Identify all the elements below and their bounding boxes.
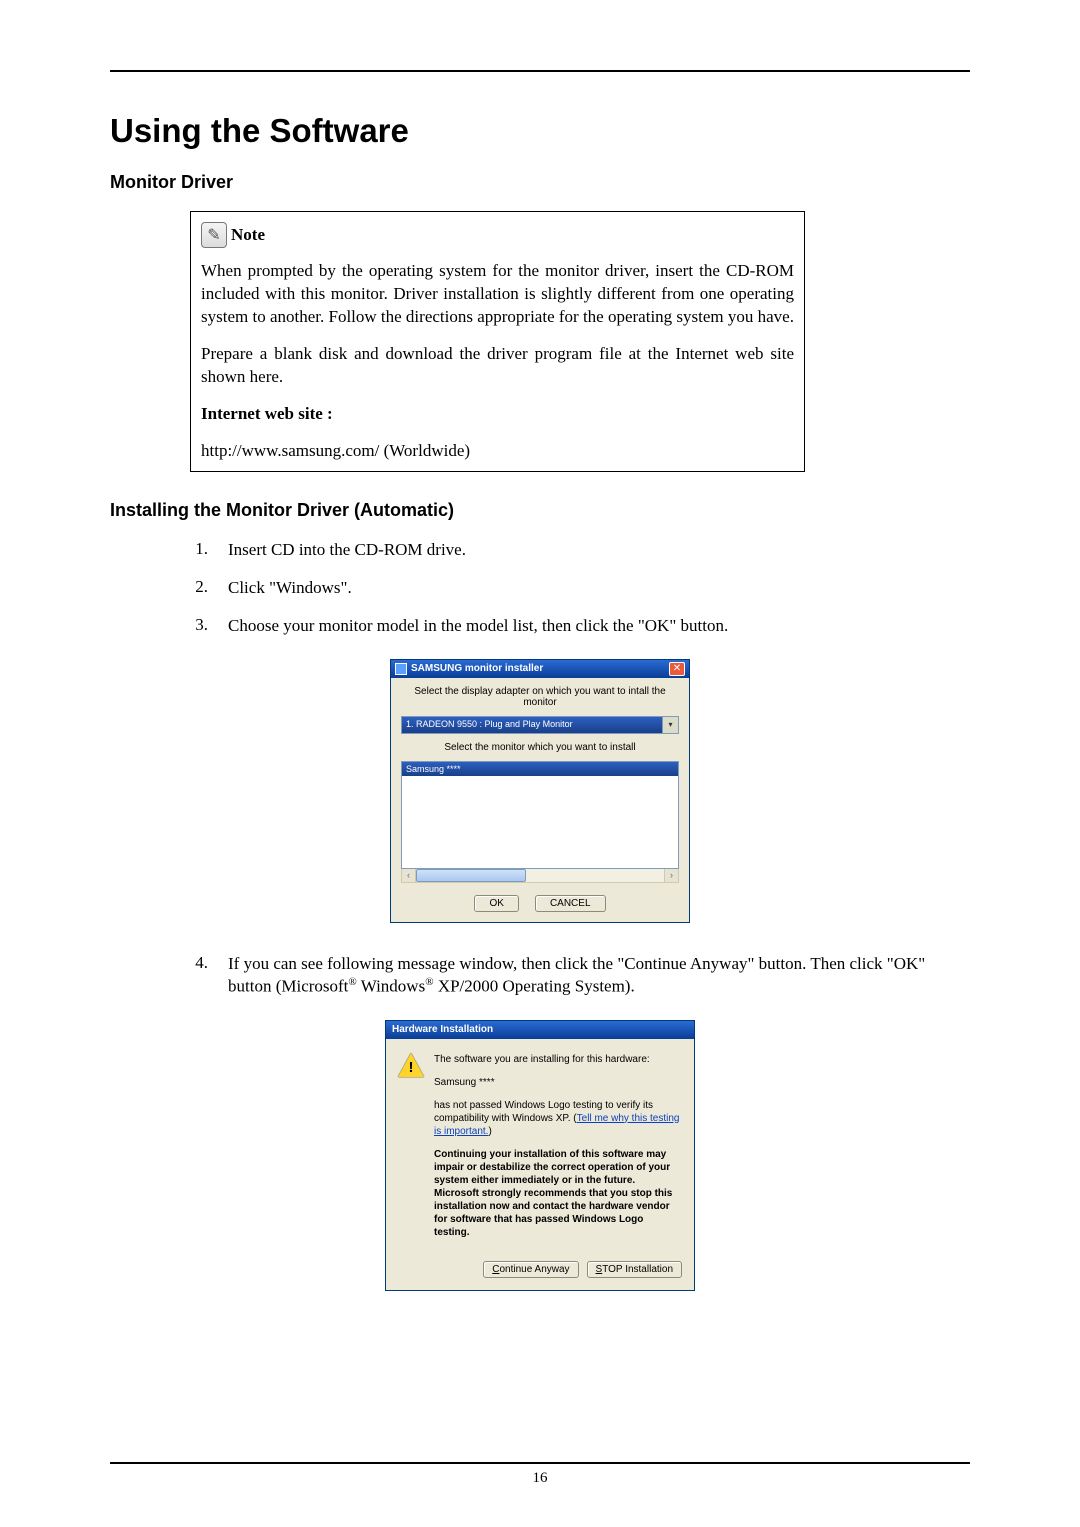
note-paragraph-1: When prompted by the operating system fo… — [201, 260, 794, 329]
steps-list-cont: 4. If you can see following message wind… — [190, 953, 970, 998]
step-number: 3. — [190, 615, 208, 637]
list-item: 2. Click "Windows". — [190, 577, 970, 599]
page-number: 16 — [110, 1470, 970, 1487]
warning-icon: ! — [398, 1053, 424, 1079]
step-number: 2. — [190, 577, 208, 599]
hw-text-logo: has not passed Windows Logo testing to v… — [434, 1099, 680, 1138]
internet-website-label: Internet web site : — [201, 404, 333, 423]
continue-anyway-button[interactable]: Continue Anyway — [483, 1261, 578, 1278]
hw-text-device: Samsung **** — [434, 1076, 680, 1089]
cancel-button[interactable]: CANCEL — [535, 895, 606, 912]
note-label: Note — [231, 225, 265, 245]
section-monitor-driver: Monitor Driver — [110, 172, 970, 193]
note-box: ✎ Note When prompted by the operating sy… — [190, 211, 805, 472]
dialog-titlebar: SAMSUNG monitor installer ✕ — [391, 660, 689, 678]
scroll-thumb[interactable] — [416, 869, 526, 882]
horizontal-scrollbar[interactable]: ‹ › — [401, 869, 679, 883]
dialog-titlebar: Hardware Installation — [386, 1021, 694, 1039]
internet-website-url: http://www.samsung.com/ (Worldwide) — [201, 440, 794, 463]
note-icon: ✎ — [201, 222, 227, 248]
step-text: If you can see following message window,… — [228, 953, 970, 998]
close-icon[interactable]: ✕ — [669, 662, 685, 676]
ok-button[interactable]: OK — [474, 895, 518, 912]
registered-mark: ® — [425, 976, 433, 988]
step-text: Insert CD into the CD-ROM drive. — [228, 539, 970, 561]
scroll-right-icon[interactable]: › — [664, 869, 678, 882]
step-text: Click "Windows". — [228, 577, 970, 599]
chevron-down-icon[interactable]: ▾ — [662, 717, 678, 733]
hardware-installation-dialog: Hardware Installation ! The software you… — [385, 1020, 695, 1291]
hw-text-1: The software you are installing for this… — [434, 1053, 680, 1066]
scroll-left-icon[interactable]: ‹ — [402, 869, 416, 882]
monitor-listbox[interactable]: Samsung **** — [401, 761, 679, 869]
step-number: 1. — [190, 539, 208, 561]
page-footer: 16 — [110, 1462, 970, 1487]
list-item-selected[interactable]: Samsung **** — [402, 762, 678, 776]
list-item: 3. Choose your monitor model in the mode… — [190, 615, 970, 637]
footer-rule — [110, 1462, 970, 1464]
step-number: 4. — [190, 953, 208, 998]
list-item: 1. Insert CD into the CD-ROM drive. — [190, 539, 970, 561]
note-paragraph-2: Prepare a blank disk and download the dr… — [201, 343, 794, 389]
app-icon — [395, 663, 407, 675]
dropdown-value: 1. RADEON 9550 : Plug and Play Monitor — [402, 717, 662, 733]
steps-list: 1. Insert CD into the CD-ROM drive. 2. C… — [190, 539, 970, 637]
samsung-installer-dialog: SAMSUNG monitor installer ✕ Select the d… — [390, 659, 690, 923]
page-title: Using the Software — [110, 112, 970, 150]
instruction-monitor: Select the monitor which you want to ins… — [401, 742, 679, 753]
instruction-adapter: Select the display adapter on which you … — [401, 686, 679, 708]
list-item: 4. If you can see following message wind… — [190, 953, 970, 998]
step-text: Choose your monitor model in the model l… — [228, 615, 970, 637]
dialog-title: Hardware Installation — [392, 1024, 493, 1035]
hw-text-warning: Continuing your installation of this sof… — [434, 1148, 680, 1239]
adapter-dropdown[interactable]: 1. RADEON 9550 : Plug and Play Monitor ▾ — [401, 716, 679, 734]
dialog-title: SAMSUNG monitor installer — [411, 663, 543, 674]
top-rule — [110, 70, 970, 72]
stop-installation-button[interactable]: STOP Installation — [587, 1261, 682, 1278]
scroll-track[interactable] — [416, 869, 664, 882]
registered-mark: ® — [348, 976, 356, 988]
section-install-auto: Installing the Monitor Driver (Automatic… — [110, 500, 970, 521]
